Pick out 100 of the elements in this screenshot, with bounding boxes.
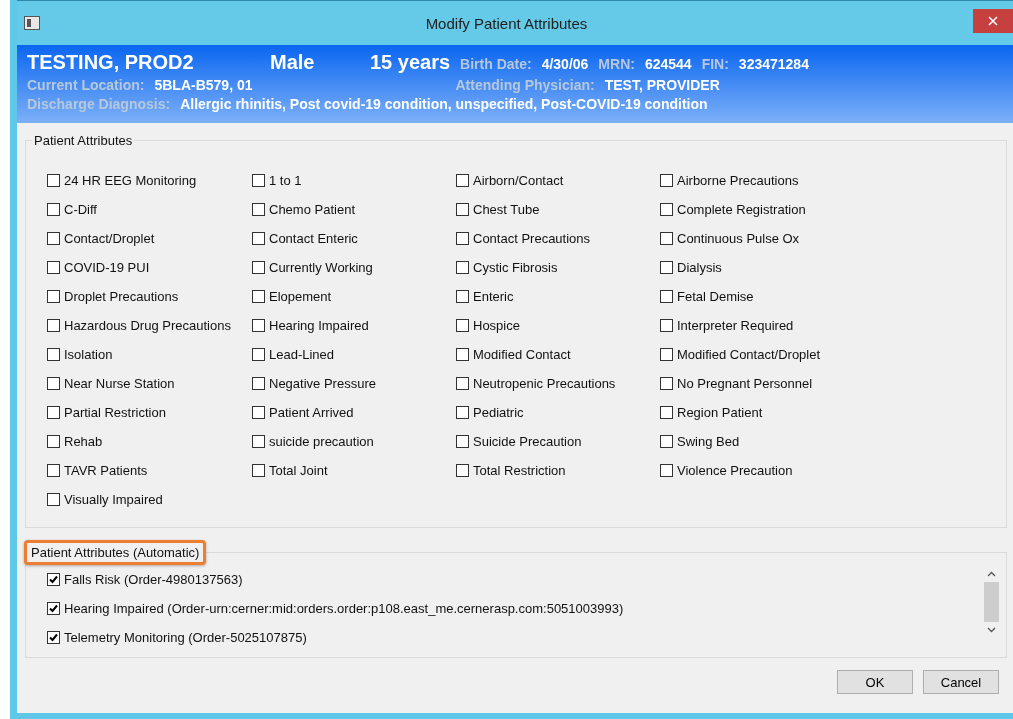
attribute-checkbox[interactable]: Violence Precaution: [660, 460, 900, 480]
attribute-checkbox[interactable]: Modified Contact/Droplet: [660, 344, 900, 364]
cancel-button[interactable]: Cancel: [923, 670, 999, 694]
checkbox[interactable]: [660, 260, 673, 274]
checkbox[interactable]: [47, 347, 60, 361]
checkbox[interactable]: [456, 231, 469, 245]
attribute-checkbox[interactable]: Total Joint: [252, 460, 456, 480]
checkbox[interactable]: [456, 463, 469, 477]
ok-button[interactable]: OK: [837, 670, 913, 694]
attribute-checkbox[interactable]: TAVR Patients: [47, 460, 252, 480]
checkbox[interactable]: [252, 289, 265, 303]
checkbox[interactable]: [660, 289, 673, 303]
scroll-down-icon[interactable]: [987, 627, 996, 633]
attribute-checkbox[interactable]: suicide precaution: [252, 431, 456, 451]
attribute-checkbox[interactable]: C-Diff: [47, 199, 252, 219]
checkbox[interactable]: [252, 173, 265, 187]
attribute-checkbox[interactable]: Patient Arrived: [252, 402, 456, 422]
checkbox[interactable]: [47, 318, 60, 332]
attribute-checkbox[interactable]: Droplet Precautions: [47, 286, 252, 306]
attribute-checkbox[interactable]: Fetal Demise: [660, 286, 900, 306]
attribute-checkbox[interactable]: Hearing Impaired: [252, 315, 456, 335]
attribute-checkbox[interactable]: Airborn/Contact: [456, 170, 660, 190]
checkbox[interactable]: [456, 434, 469, 448]
checkbox[interactable]: [456, 376, 469, 390]
checkbox[interactable]: [660, 434, 673, 448]
attribute-checkbox[interactable]: Dialysis: [660, 257, 900, 277]
attribute-checkbox[interactable]: Telemetry Monitoring (Order-5025107875): [47, 627, 983, 647]
checkbox[interactable]: [252, 231, 265, 245]
attribute-checkbox[interactable]: Currently Working: [252, 257, 456, 277]
attribute-checkbox[interactable]: Cystic Fibrosis: [456, 257, 660, 277]
checkbox[interactable]: [47, 202, 60, 216]
attribute-checkbox[interactable]: Chest Tube: [456, 199, 660, 219]
checkbox[interactable]: [47, 173, 60, 187]
attribute-checkbox[interactable]: Total Restriction: [456, 460, 660, 480]
checkbox[interactable]: [47, 289, 60, 303]
scroll-up-icon[interactable]: [987, 571, 996, 577]
checkbox[interactable]: [660, 318, 673, 332]
attribute-checkbox[interactable]: Contact Precautions: [456, 228, 660, 248]
scrollbar-thumb[interactable]: [984, 582, 999, 622]
attribute-checkbox[interactable]: 1 to 1: [252, 170, 456, 190]
checkbox[interactable]: [252, 260, 265, 274]
attribute-checkbox[interactable]: Near Nurse Station: [47, 373, 252, 393]
checkbox[interactable]: [660, 376, 673, 390]
attribute-checkbox[interactable]: Region Patient: [660, 402, 900, 422]
attribute-checkbox[interactable]: Complete Registration: [660, 199, 900, 219]
attribute-checkbox[interactable]: Hazardous Drug Precautions: [47, 315, 252, 335]
checkbox[interactable]: [47, 601, 60, 615]
attribute-checkbox[interactable]: Airborne Precautions: [660, 170, 900, 190]
attribute-checkbox[interactable]: Visually Impaired: [47, 489, 252, 509]
checkbox[interactable]: [252, 405, 265, 419]
checkbox[interactable]: [252, 376, 265, 390]
checkbox[interactable]: [252, 202, 265, 216]
checkbox[interactable]: [456, 318, 469, 332]
checkbox[interactable]: [660, 173, 673, 187]
checkbox[interactable]: [456, 289, 469, 303]
checkbox[interactable]: [47, 405, 60, 419]
attribute-checkbox[interactable]: Contact Enteric: [252, 228, 456, 248]
checkbox[interactable]: [47, 260, 60, 274]
checkbox[interactable]: [47, 376, 60, 390]
attribute-checkbox[interactable]: Modified Contact: [456, 344, 660, 364]
checkbox[interactable]: [47, 463, 60, 477]
attribute-checkbox[interactable]: Partial Restriction: [47, 402, 252, 422]
checkbox[interactable]: [456, 173, 469, 187]
checkbox[interactable]: [47, 231, 60, 245]
checkbox[interactable]: [456, 260, 469, 274]
attribute-checkbox[interactable]: Hospice: [456, 315, 660, 335]
attribute-checkbox[interactable]: Rehab: [47, 431, 252, 451]
checkbox[interactable]: [252, 318, 265, 332]
checkbox[interactable]: [252, 463, 265, 477]
attribute-checkbox[interactable]: Chemo Patient: [252, 199, 456, 219]
checkbox[interactable]: [660, 347, 673, 361]
attribute-checkbox[interactable]: Falls Risk (Order-4980137563): [47, 569, 983, 589]
checkbox[interactable]: [456, 347, 469, 361]
attribute-checkbox[interactable]: Elopement: [252, 286, 456, 306]
checkbox[interactable]: [660, 231, 673, 245]
checkbox[interactable]: [252, 347, 265, 361]
checkbox[interactable]: [47, 492, 60, 506]
attribute-checkbox[interactable]: Interpreter Required: [660, 315, 900, 335]
checkbox[interactable]: [660, 405, 673, 419]
checkbox[interactable]: [47, 572, 60, 586]
attribute-checkbox[interactable]: Hearing Impaired (Order-urn:cerner:mid:orders.order:p108.east_me.cernerasp.com:5051003993): [47, 598, 983, 618]
attribute-checkbox[interactable]: Neutropenic Precautions: [456, 373, 660, 393]
checkbox[interactable]: [456, 202, 469, 216]
attribute-checkbox[interactable]: Swing Bed: [660, 431, 900, 451]
attribute-checkbox[interactable]: 24 HR EEG Monitoring: [47, 170, 252, 190]
checkbox[interactable]: [47, 434, 60, 448]
checkbox[interactable]: [47, 630, 60, 644]
attribute-checkbox[interactable]: Contact/Droplet: [47, 228, 252, 248]
attribute-checkbox[interactable]: Lead-Lined: [252, 344, 456, 364]
attribute-checkbox[interactable]: COVID-19 PUI: [47, 257, 252, 277]
checkbox[interactable]: [456, 405, 469, 419]
checkbox[interactable]: [660, 202, 673, 216]
checkbox[interactable]: [660, 463, 673, 477]
attribute-checkbox[interactable]: Pediatric: [456, 402, 660, 422]
checkbox[interactable]: [252, 434, 265, 448]
attribute-checkbox[interactable]: No Pregnant Personnel: [660, 373, 900, 393]
attribute-checkbox[interactable]: Suicide Precaution: [456, 431, 660, 451]
attribute-checkbox[interactable]: Enteric: [456, 286, 660, 306]
attribute-checkbox[interactable]: Continuous Pulse Ox: [660, 228, 900, 248]
attribute-checkbox[interactable]: Negative Pressure: [252, 373, 456, 393]
